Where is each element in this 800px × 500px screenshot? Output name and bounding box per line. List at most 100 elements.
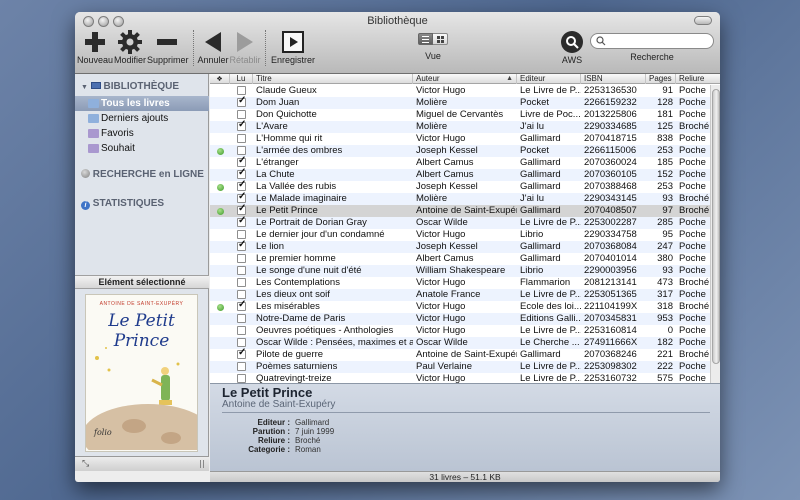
cell-isbn: 2290334758: [584, 229, 637, 240]
sidebar-item-label: Favoris: [101, 128, 134, 139]
table-row[interactable]: ✓ La Vallée des rubis Joseph Kessel Gallima…: [210, 179, 710, 193]
table-row[interactable]: Le dernier jour d'un condamné Victor Hugo…: [210, 229, 710, 241]
lu-checkbox[interactable]: ✓: [237, 191, 246, 203]
lu-checkbox[interactable]: [237, 314, 246, 323]
column-header-dot[interactable]: ❖: [210, 74, 230, 84]
disclosure-triangle-icon[interactable]: ▼: [81, 84, 88, 91]
table-row[interactable]: Les Contemplations Victor Hugo Flammarion 2…: [210, 277, 710, 289]
lu-checkbox[interactable]: [237, 374, 246, 383]
lu-checkbox[interactable]: [237, 230, 246, 239]
lu-checkbox[interactable]: ✓: [237, 179, 246, 191]
table-row[interactable]: ✓ Le Petit Prince Antoine de Saint-Exupéry…: [210, 203, 710, 217]
supprimer-button[interactable]: Supprimer: [147, 29, 189, 65]
table-row[interactable]: ✓ Le Portrait de Dorian Gray Oscar Wilde Le…: [210, 215, 710, 229]
lu-checkbox[interactable]: ✓: [237, 239, 246, 251]
sidebar-section-bibliotheque[interactable]: ▼ BIBLIOTHÈQUE: [81, 81, 179, 92]
column-header-reliure[interactable]: Reliure: [676, 74, 720, 84]
table-row[interactable]: ✓ L'étranger Albert Camus Gallimard 20703600…: [210, 155, 710, 169]
table-row[interactable]: Oeuvres poétiques - Anthologies Victor Hu…: [210, 325, 710, 337]
cell-titre: Le Malade imaginaire: [256, 193, 347, 204]
cell-auteur: Miguel de Cervantès: [416, 109, 504, 120]
table-row[interactable]: L'armée des ombres Joseph Kessel Pocket 226…: [210, 145, 710, 157]
checkmark-icon: ✓: [238, 155, 247, 166]
aws-button[interactable]: AWS: [555, 29, 589, 65]
column-header-pages[interactable]: Pages: [646, 74, 676, 84]
table-row[interactable]: ✓ Pilote de guerre Antoine de Saint-Exupér…: [210, 347, 710, 361]
lu-checkbox[interactable]: [237, 254, 246, 263]
nouveau-button[interactable]: Nouveau: [77, 29, 113, 65]
splitter-grip-icon[interactable]: [200, 460, 204, 468]
table-row[interactable]: Quatrevingt-treize Victor Hugo Le Livre de…: [210, 373, 710, 383]
cell-editeur: Gallimard: [520, 133, 561, 144]
sidebar-item[interactable]: Tous les livres: [75, 96, 209, 111]
lu-checkbox[interactable]: [237, 86, 246, 95]
cell-pages: 97: [662, 205, 673, 216]
cell-editeur: J'ai lu: [520, 121, 544, 132]
cell-editeur: Le Livre de P...: [520, 289, 581, 300]
scrollbar-thumb[interactable]: [712, 89, 720, 364]
sidebar-item-label: Souhait: [101, 143, 135, 154]
table-row[interactable]: Don Quichotte Miguel de Cervantès Livre de…: [210, 109, 710, 121]
cell-editeur: Le Livre de P...: [520, 373, 581, 383]
lu-checkbox[interactable]: [237, 278, 246, 287]
sidebar: ▼ BIBLIOTHÈQUE Tous les livres Derniers a…: [75, 74, 209, 471]
table-row[interactable]: Claude Gueux Victor Hugo Le Livre de P... 2…: [210, 85, 710, 97]
lu-checkbox[interactable]: ✓: [237, 95, 246, 107]
sidebar-item[interactable]: Souhait: [75, 141, 209, 156]
table-row[interactable]: L'Homme qui rit Victor Hugo Gallimard 20704…: [210, 133, 710, 145]
search-field[interactable]: [590, 33, 714, 49]
table-row[interactable]: Notre-Dame de Paris Victor Hugo Editions G…: [210, 313, 710, 325]
lu-checkbox[interactable]: ✓: [237, 299, 247, 311]
table-row[interactable]: Oscar Wilde : Pensées, maximes et a... Os…: [210, 337, 710, 349]
sidebar-item[interactable]: Favoris: [75, 126, 209, 141]
checkmark-icon: ✓: [238, 299, 247, 310]
lu-checkbox[interactable]: [237, 266, 246, 275]
sidebar-section-recherche[interactable]: RECHERCHE en LIGNE: [81, 169, 204, 180]
lu-checkbox[interactable]: [237, 146, 246, 155]
grid-view-icon[interactable]: [433, 33, 448, 45]
lu-checkbox[interactable]: ✓: [237, 167, 246, 179]
info-icon: i: [81, 201, 90, 210]
column-header-lu[interactable]: Lu: [230, 74, 253, 84]
lu-checkbox[interactable]: [237, 338, 246, 347]
table-row[interactable]: Les dieux ont soif Anatole France Le Livre…: [210, 289, 710, 301]
resize-corner-icon[interactable]: ⤡: [82, 458, 89, 469]
table-row[interactable]: ✓ Le Malade imaginaire Molière J'ai lu 22903…: [210, 191, 710, 205]
annuler-button[interactable]: Annuler: [197, 29, 229, 65]
folder-icon: [88, 144, 99, 153]
sidebar-section-statistiques[interactable]: i STATISTIQUES: [81, 198, 164, 210]
lu-checkbox[interactable]: ✓: [237, 347, 246, 359]
lu-checkbox[interactable]: ✓: [237, 203, 246, 215]
lu-checkbox[interactable]: ✓: [237, 155, 247, 167]
lu-checkbox[interactable]: ✓: [237, 215, 246, 227]
search-input[interactable]: [609, 35, 707, 47]
table-row[interactable]: ✓ Les misérables Victor Hugo Ecole des loi.…: [210, 299, 710, 313]
table-row[interactable]: ✓ Dom Juan Molière Pocket 2266159232 128 Poche: [210, 95, 710, 109]
column-header-titre[interactable]: Titre: [253, 74, 413, 84]
sidebar-item[interactable]: Derniers ajouts: [75, 111, 209, 126]
table-row[interactable]: Poèmes saturniens Paul Verlaine Le Livre d…: [210, 361, 710, 373]
enregistrer-button[interactable]: Enregistrer: [269, 29, 317, 65]
lu-checkbox[interactable]: ✓: [237, 119, 246, 131]
lu-checkbox[interactable]: [237, 362, 246, 371]
lu-checkbox[interactable]: [237, 326, 246, 335]
lu-checkbox[interactable]: [237, 290, 246, 299]
toolbar-toggle-button[interactable]: [694, 16, 712, 25]
lu-checkbox[interactable]: [237, 110, 246, 119]
table-row[interactable]: ✓ L'Avare Molière J'ai lu 2290334685 125 Broch…: [210, 119, 710, 133]
retablir-button[interactable]: Rétablir: [229, 29, 261, 65]
column-header-auteur[interactable]: Auteur ▲: [413, 74, 517, 84]
list-view-icon[interactable]: [418, 33, 433, 45]
column-header-editeur[interactable]: Editeur: [517, 74, 581, 84]
modifier-button[interactable]: Modifier: [113, 29, 147, 65]
cell-isbn: 2290003956: [584, 265, 637, 276]
table-row[interactable]: ✓ La Chute Albert Camus Gallimard 2070360105…: [210, 167, 710, 181]
lu-checkbox[interactable]: [237, 134, 246, 143]
column-header-titre-label: Titre: [256, 74, 272, 83]
table-row[interactable]: Le songe d'une nuit d'été William Shakesp…: [210, 265, 710, 277]
column-header-isbn[interactable]: ISBN: [581, 74, 646, 84]
table-row[interactable]: ✓ Le lion Joseph Kessel Gallimard 2070368084…: [210, 239, 710, 253]
vertical-scrollbar[interactable]: [710, 85, 720, 383]
table-row[interactable]: Le premier homme Albert Camus Gallimard 207…: [210, 253, 710, 265]
cell-auteur: Molière: [416, 97, 448, 108]
